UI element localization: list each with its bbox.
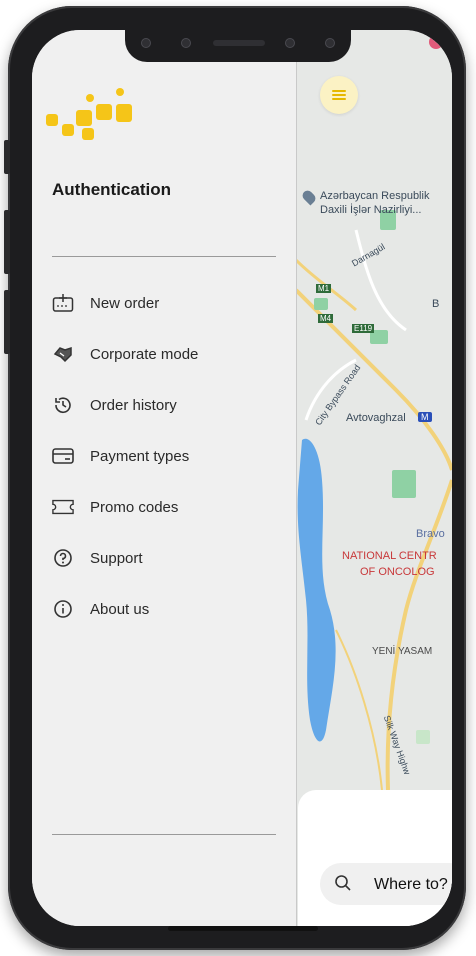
menu-item-label: Corporate mode: [90, 345, 199, 363]
menu-button[interactable]: [320, 76, 358, 114]
card-icon: [52, 445, 74, 467]
map-label-oncology-2: OF ONCOLOG: [360, 566, 435, 578]
volume-up-button: [4, 210, 10, 274]
menu-item-label: Promo codes: [90, 498, 179, 516]
menu-item-about-us[interactable]: About us: [52, 594, 149, 624]
handshake-icon: [52, 343, 74, 365]
side-drawer: Authentication New order Corporate mode …: [32, 30, 297, 926]
menu-item-label: Support: [90, 549, 143, 567]
sensor-dot: [181, 38, 191, 48]
menu-item-order-history[interactable]: Order history: [52, 390, 177, 420]
map-label-b: B: [432, 298, 440, 310]
map-label-yeni: YENİ YASAM: [372, 646, 433, 657]
metro-icon: M: [418, 412, 432, 422]
volume-down-button: [4, 290, 10, 354]
speaker-grille: [213, 40, 265, 46]
camera-dot: [141, 38, 151, 48]
info-icon: [52, 598, 74, 620]
app-screen: Azərbaycan Respublik Daxili İşlər Nazirl…: [32, 30, 452, 926]
divider-bottom: [52, 834, 276, 835]
where-to-text: Where to?: [374, 876, 448, 893]
menu-item-new-order[interactable]: New order: [52, 288, 159, 318]
map-label-bravo: Bravo: [416, 528, 445, 540]
divider-top: [52, 256, 276, 257]
menu-item-label: New order: [90, 294, 160, 312]
history-icon: [52, 394, 74, 416]
menu-item-label: Payment types: [90, 447, 190, 465]
phone-notch: [125, 28, 351, 62]
menu-item-promo-codes[interactable]: Promo codes: [52, 492, 178, 522]
search-icon: [335, 875, 351, 891]
ticket-icon: [52, 496, 74, 518]
map-label-oncology: NATIONAL CENTR: [342, 550, 437, 562]
new-order-icon: [52, 292, 74, 314]
menu-item-label: About us: [90, 600, 150, 618]
hamburger-icon: [332, 88, 346, 102]
question-icon: [52, 547, 74, 569]
map-label-m4: M4: [318, 314, 334, 323]
menu-item-label: Order history: [90, 396, 177, 414]
home-indicator[interactable]: [168, 926, 318, 931]
authentication-link[interactable]: Authentication: [52, 180, 171, 200]
map-label-bus-station: Avtovaghzal: [346, 412, 406, 424]
menu-item-corporate-mode[interactable]: Corporate mode: [52, 339, 198, 369]
map-label-ministry-2: Daxili İşlər Nazirliyi...: [320, 204, 422, 216]
bottom-sheet: [298, 790, 452, 926]
silent-switch: [4, 140, 10, 174]
front-camera: [325, 38, 335, 48]
app-logo: [46, 88, 132, 140]
map-label-ministry: Azərbaycan Respublik: [320, 190, 430, 202]
map-label-e119: E119: [352, 324, 375, 333]
sensor-dot: [285, 38, 295, 48]
menu-item-payment-types[interactable]: Payment types: [52, 441, 189, 471]
map-label-m1: M1: [316, 284, 332, 293]
menu-item-support[interactable]: Support: [52, 543, 143, 573]
